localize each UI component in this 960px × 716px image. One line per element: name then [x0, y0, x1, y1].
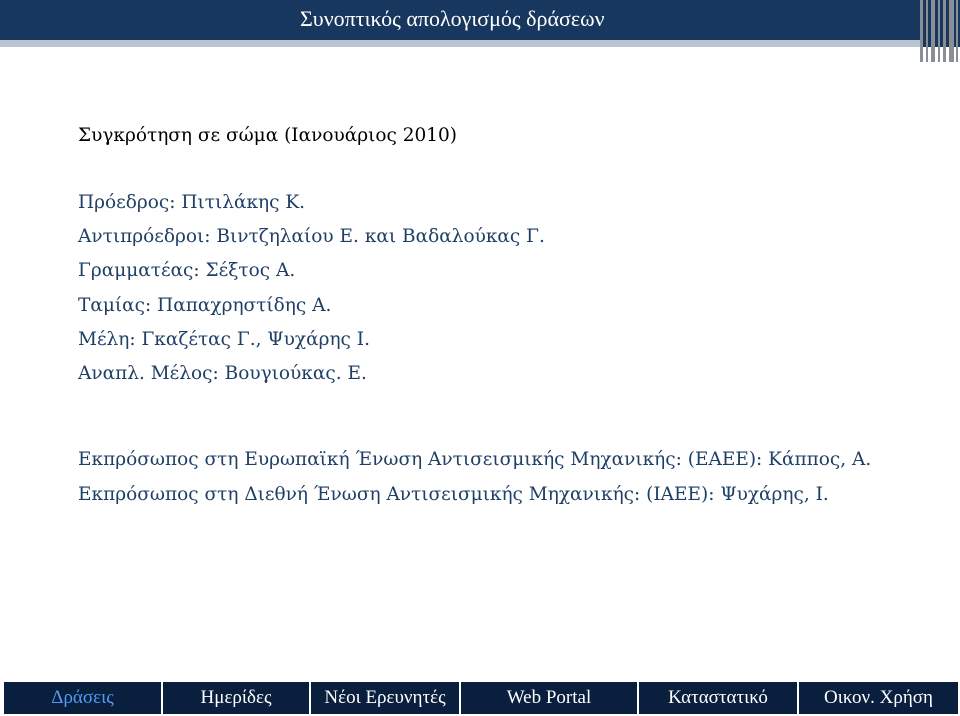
member-line: Πρόεδρος: Πιτιλάκης Κ. — [78, 192, 306, 213]
section-title: Συγκρότηση σε σώμα (Ιανουάριος 2010) — [78, 125, 458, 146]
nav-item-katastatiko[interactable]: Καταστατικό — [639, 682, 799, 714]
nav-item-imerides[interactable]: Ημερίδες — [163, 682, 311, 714]
member-line: Γραμματέας: Σέξτος Α. — [78, 260, 296, 281]
member-line: Μέλη: Γκαζέτας Γ., Ψυχάρης Ι. — [78, 329, 370, 350]
member-line: Αντιπρόεδροι: Βιντζηλαίου Ε. και Βαδαλού… — [78, 226, 545, 247]
header-stripe — [0, 40, 920, 47]
nav-item-web-portal[interactable]: Web Portal — [461, 682, 639, 714]
member-line: Ταμίας: Παπαχρηστίδης Α. — [78, 295, 332, 316]
nav-item-neoi-erevnites[interactable]: Νέοι Ερευνητές — [311, 682, 461, 714]
representative-line: Εκπρόσωπος στη Ευρωπαϊκή Ένωση Αντισεισμ… — [78, 449, 872, 470]
member-line: Αναπλ. Μέλος: Βουγιούκας. Ε. — [78, 363, 367, 384]
header-bar: Συνοπτικός απολογισμός δράσεων — [0, 0, 960, 47]
nav-item-oikon-xrisi[interactable]: Οικον. Χρήση — [799, 682, 958, 714]
decorative-bars — [920, 0, 960, 62]
page-title: Συνοπτικός απολογισμός δράσεων — [300, 6, 605, 31]
representative-line: Εκπρόσωπος στη Διεθνή Ένωση Αντισεισμική… — [78, 484, 829, 505]
bottom-nav: Δράσεις Ημερίδες Νέοι Ερευνητές Web Port… — [4, 682, 958, 714]
nav-item-drasis[interactable]: Δράσεις — [4, 682, 163, 714]
